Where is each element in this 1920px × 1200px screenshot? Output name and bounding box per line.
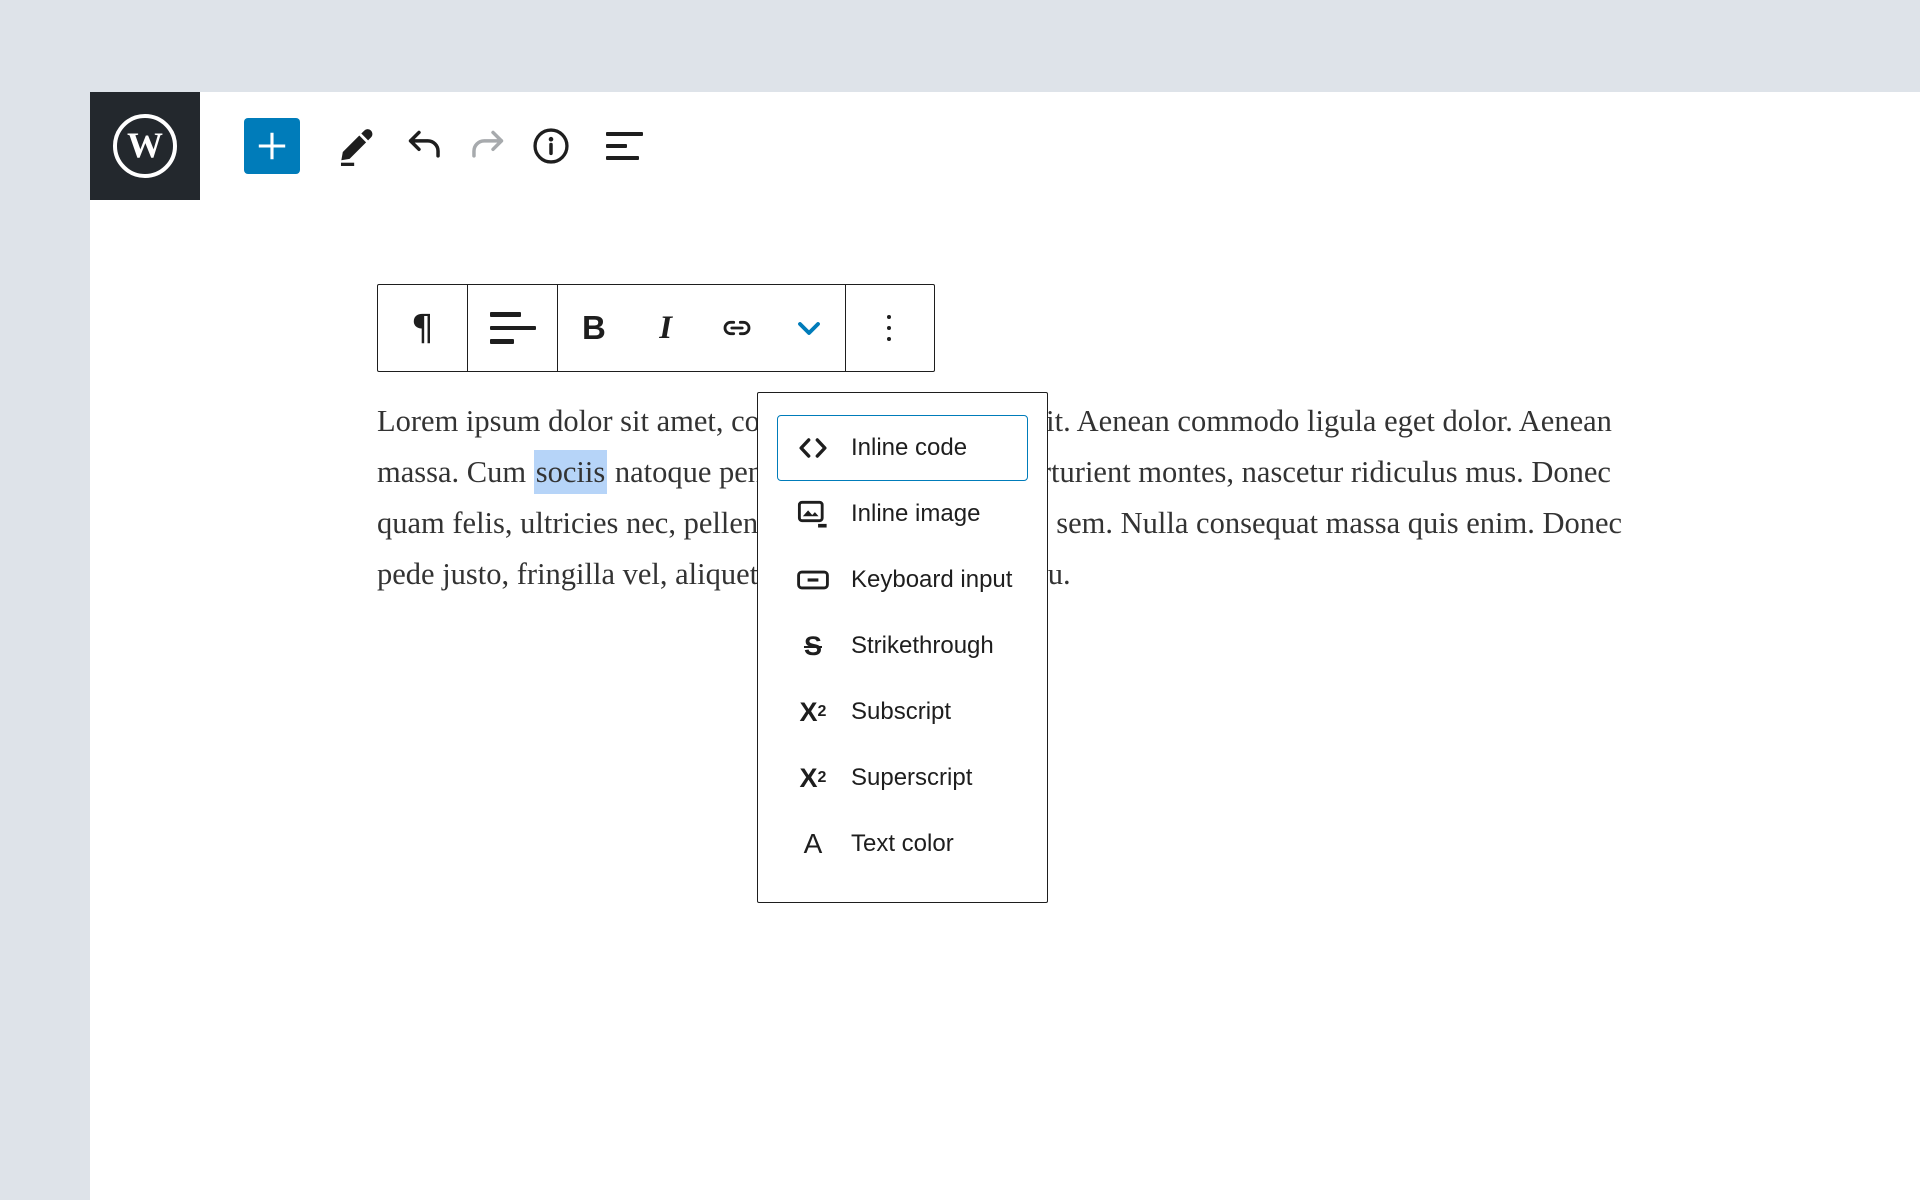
redo-arrow-icon	[467, 124, 511, 168]
wordpress-logo-button[interactable]: W	[90, 92, 200, 200]
kebab-menu-icon	[887, 315, 892, 342]
italic-button[interactable]: I	[630, 285, 702, 371]
undo-button[interactable]	[395, 118, 451, 174]
link-button[interactable]	[702, 285, 774, 371]
menu-item-inline-image[interactable]: Inline image	[777, 481, 1028, 547]
menu-item-inline-code[interactable]: Inline code	[777, 415, 1028, 481]
paragraph-icon: ¶	[411, 308, 434, 349]
text-color-icon: A	[791, 828, 835, 860]
block-inserter-button[interactable]	[244, 118, 300, 174]
inline-code-icon	[791, 429, 835, 467]
align-left-icon	[490, 312, 536, 344]
logo-letter: W	[127, 127, 163, 163]
menu-item-keyboard-input[interactable]: Keyboard input	[777, 547, 1028, 613]
block-options-button[interactable]	[846, 285, 932, 371]
align-text-button[interactable]	[468, 285, 557, 371]
superscript-icon: X2	[791, 763, 835, 794]
block-toolbar: ¶ B I	[377, 284, 935, 372]
bold-button[interactable]: B	[558, 285, 630, 371]
menu-item-label: Text color	[851, 830, 954, 858]
menu-item-label: Strikethrough	[851, 632, 994, 660]
selected-text: sociis	[534, 450, 607, 494]
link-icon	[717, 308, 757, 348]
bold-icon: B	[582, 309, 606, 347]
list-view-button[interactable]	[596, 118, 652, 174]
more-rich-text-tools-button[interactable]	[773, 285, 845, 371]
menu-item-strikethrough[interactable]: S Strikethrough	[777, 613, 1028, 679]
keyboard-input-icon	[791, 561, 835, 599]
menu-item-superscript[interactable]: X2 Superscript	[777, 745, 1028, 811]
subscript-icon: X2	[791, 697, 835, 728]
details-button[interactable]	[523, 118, 579, 174]
list-view-icon	[606, 132, 643, 160]
info-icon	[529, 124, 573, 168]
rich-text-tools-menu: Inline code Inline image Keyboard input	[757, 392, 1048, 903]
chevron-down-icon	[789, 308, 829, 348]
menu-item-label: Keyboard input	[851, 566, 1012, 594]
menu-item-label: Inline code	[851, 434, 967, 462]
redo-button[interactable]	[461, 118, 517, 174]
plus-icon	[250, 124, 294, 168]
wordpress-editor-screen: W	[0, 0, 1920, 1200]
edit-tool-button[interactable]	[328, 118, 384, 174]
menu-item-subscript[interactable]: X2 Subscript	[777, 679, 1028, 745]
menu-item-label: Inline image	[851, 500, 980, 528]
menu-item-label: Superscript	[851, 764, 972, 792]
change-block-type-button[interactable]: ¶	[378, 285, 467, 371]
pencil-icon	[334, 124, 378, 168]
undo-arrow-icon	[401, 124, 445, 168]
menu-item-text-color[interactable]: A Text color	[777, 811, 1028, 877]
inline-image-icon	[791, 495, 835, 533]
menu-item-label: Subscript	[851, 698, 951, 726]
strikethrough-icon: S	[791, 631, 835, 662]
text-segment: massa. Cum	[377, 455, 534, 489]
italic-icon: I	[659, 310, 672, 347]
wordpress-logo-icon: W	[113, 114, 177, 178]
